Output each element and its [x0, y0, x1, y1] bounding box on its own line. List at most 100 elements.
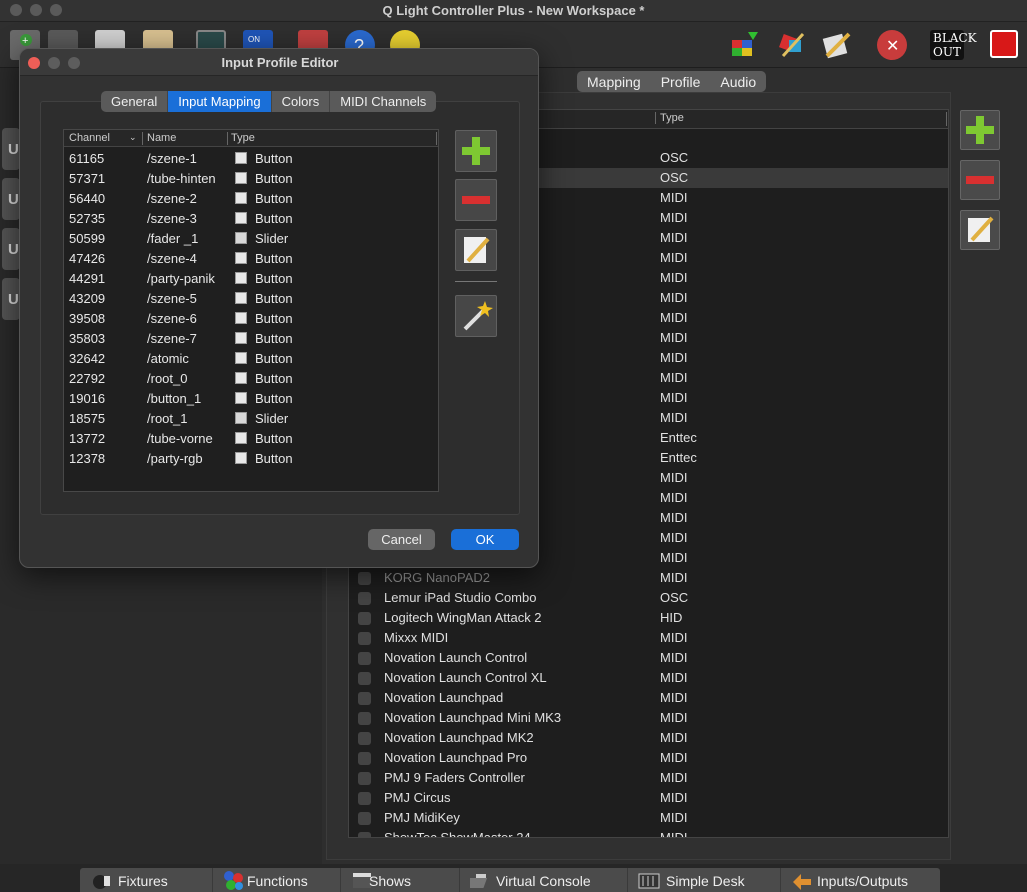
profile-checkbox[interactable]	[358, 592, 371, 605]
remove-profile-button[interactable]	[960, 160, 1000, 200]
edit-pencil-icon	[464, 237, 490, 263]
tab-simple-desk[interactable]: Simple Desk	[628, 868, 781, 892]
mapping-row[interactable]: 52735/szene-3 Button	[64, 208, 438, 228]
profile-row[interactable]: Novation Launchpad Mini MK3 MIDI	[349, 708, 948, 728]
profile-checkbox[interactable]	[358, 572, 371, 585]
tab-input-mapping[interactable]: Input Mapping	[168, 91, 272, 112]
tab-inputs-outputs[interactable]: Inputs/Outputs	[781, 868, 940, 892]
fixture-edit-icon[interactable]	[777, 30, 807, 60]
channel-cell: 57371	[69, 171, 106, 186]
left-panel-button[interactable]: U	[2, 128, 20, 170]
tab-shows[interactable]: Shows	[341, 868, 460, 892]
input-mapping-table[interactable]: Channel ⌄ Name Type 61165/szene-1 Button 5…	[63, 129, 439, 492]
tab-fixtures[interactable]: Fixtures	[80, 868, 213, 892]
left-panel-button[interactable]: U	[2, 228, 20, 270]
profile-row[interactable]: Novation Launch Control MIDI	[349, 648, 948, 668]
profile-checkbox[interactable]	[358, 632, 371, 645]
functions-icon	[224, 871, 243, 890]
tab-mapping[interactable]: Mapping	[577, 71, 651, 92]
profile-checkbox[interactable]	[358, 732, 371, 745]
profile-checkbox[interactable]	[358, 832, 371, 837]
profile-type: MIDI	[660, 490, 688, 505]
left-panel-button[interactable]: U	[2, 278, 20, 320]
button-icon	[235, 212, 247, 224]
mapping-row[interactable]: 39508/szene-6 Button	[64, 308, 438, 328]
mapping-row[interactable]: 47426/szene-4 Button	[64, 248, 438, 268]
column-type[interactable]: Type	[231, 132, 255, 144]
profile-checkbox[interactable]	[358, 672, 371, 685]
mapping-row[interactable]: 44291/party-panik Button	[64, 268, 438, 288]
profile-checkbox[interactable]	[358, 692, 371, 705]
profile-checkbox[interactable]	[358, 752, 371, 765]
profile-row[interactable]: Lemur iPad Studio Combo OSC	[349, 588, 948, 608]
cancel-button[interactable]: Cancel	[368, 529, 435, 550]
type-cell: Button	[255, 251, 293, 266]
profile-row[interactable]: Novation Launchpad Pro MIDI	[349, 748, 948, 768]
column-name[interactable]: Name	[147, 132, 176, 144]
button-icon	[235, 292, 247, 304]
left-panel-button[interactable]: U	[2, 178, 20, 220]
profile-row[interactable]: ShowTec ShowMaster 24 MIDI	[349, 828, 948, 837]
edit-profile-button[interactable]	[960, 210, 1000, 250]
profile-row[interactable]: Logitech WingMan Attack 2 HID	[349, 608, 948, 628]
profile-row[interactable]: PMJ MidiKey MIDI	[349, 808, 948, 828]
mapping-row[interactable]: 32642/atomic Button	[64, 348, 438, 368]
mapping-row[interactable]: 56440/szene-2 Button	[64, 188, 438, 208]
profile-row[interactable]: Novation Launchpad MIDI	[349, 688, 948, 708]
mapping-row[interactable]: 18575/root_1 Slider	[64, 408, 438, 428]
profile-checkbox[interactable]	[358, 612, 371, 625]
profile-type: MIDI	[660, 410, 688, 425]
profile-row[interactable]: Mixxx MIDI MIDI	[349, 628, 948, 648]
profile-checkbox[interactable]	[358, 772, 371, 785]
profile-checkbox[interactable]	[358, 792, 371, 805]
tab-colors[interactable]: Colors	[272, 91, 331, 112]
profile-type: MIDI	[660, 390, 688, 405]
add-profile-button[interactable]	[960, 110, 1000, 150]
profile-row[interactable]: PMJ 9 Faders Controller MIDI	[349, 768, 948, 788]
edit-pencil-icon[interactable]	[821, 30, 851, 60]
profile-row[interactable]: KORG NanoPAD2 MIDI	[349, 568, 948, 588]
tab-general[interactable]: General	[101, 91, 169, 112]
wizard-button[interactable]	[455, 295, 497, 337]
blackout-button[interactable]: BLACK OUT	[930, 30, 977, 60]
mapping-row[interactable]: 12378/party-rgb Button	[64, 448, 438, 468]
remove-channel-button[interactable]	[455, 179, 497, 221]
name-cell: /tube-vorne	[147, 431, 213, 446]
profile-row[interactable]: Novation Launch Control XL MIDI	[349, 668, 948, 688]
profile-row[interactable]: PMJ Circus MIDI	[349, 788, 948, 808]
mapping-row[interactable]: 61165/szene-1 Button	[64, 148, 438, 168]
profile-checkbox[interactable]	[358, 652, 371, 665]
operate-mode-icon[interactable]	[990, 30, 1018, 58]
edit-channel-button[interactable]	[455, 229, 497, 271]
import-fixtures-icon[interactable]	[730, 30, 760, 60]
profile-checkbox[interactable]	[358, 712, 371, 725]
tab-midi-channels[interactable]: MIDI Channels	[330, 91, 436, 112]
profile-type: MIDI	[660, 250, 688, 265]
stop-all-functions-icon[interactable]: ✕	[877, 30, 907, 60]
channel-cell: 44291	[69, 271, 106, 286]
profile-type: OSC	[660, 150, 689, 165]
channel-cell: 50599	[69, 231, 106, 246]
mapping-row[interactable]: 50599/fader _1 Slider	[64, 228, 438, 248]
profile-name: PMJ 9 Faders Controller	[384, 770, 525, 785]
tab-virtual-console[interactable]: Virtual Console	[460, 868, 628, 892]
tab-profile[interactable]: Profile	[651, 71, 711, 92]
ok-button[interactable]: OK	[451, 529, 519, 550]
blackout-label-line2: OUT	[933, 45, 961, 59]
tab-functions[interactable]: Functions	[213, 868, 341, 892]
tab-audio[interactable]: Audio	[710, 71, 766, 92]
mapping-row[interactable]: 43209/szene-5 Button	[64, 288, 438, 308]
profile-checkbox[interactable]	[358, 812, 371, 825]
column-channel[interactable]: Channel	[69, 132, 110, 144]
mapping-row[interactable]: 13772/tube-vorne Button	[64, 428, 438, 448]
mapping-row[interactable]: 22792/root_0 Button	[64, 368, 438, 388]
profile-name: Lemur iPad Studio Combo	[384, 590, 537, 605]
profile-row[interactable]: Novation Launchpad MK2 MIDI	[349, 728, 948, 748]
add-channel-button[interactable]	[455, 130, 497, 172]
mapping-row[interactable]: 35803/szene-7 Button	[64, 328, 438, 348]
profile-type: Enttec	[660, 450, 697, 465]
profile-type: MIDI	[660, 330, 688, 345]
mapping-row[interactable]: 19016/button_1 Button	[64, 388, 438, 408]
mapping-row[interactable]: 57371/tube-hinten Button	[64, 168, 438, 188]
profile-type-header[interactable]: Type	[655, 112, 684, 124]
